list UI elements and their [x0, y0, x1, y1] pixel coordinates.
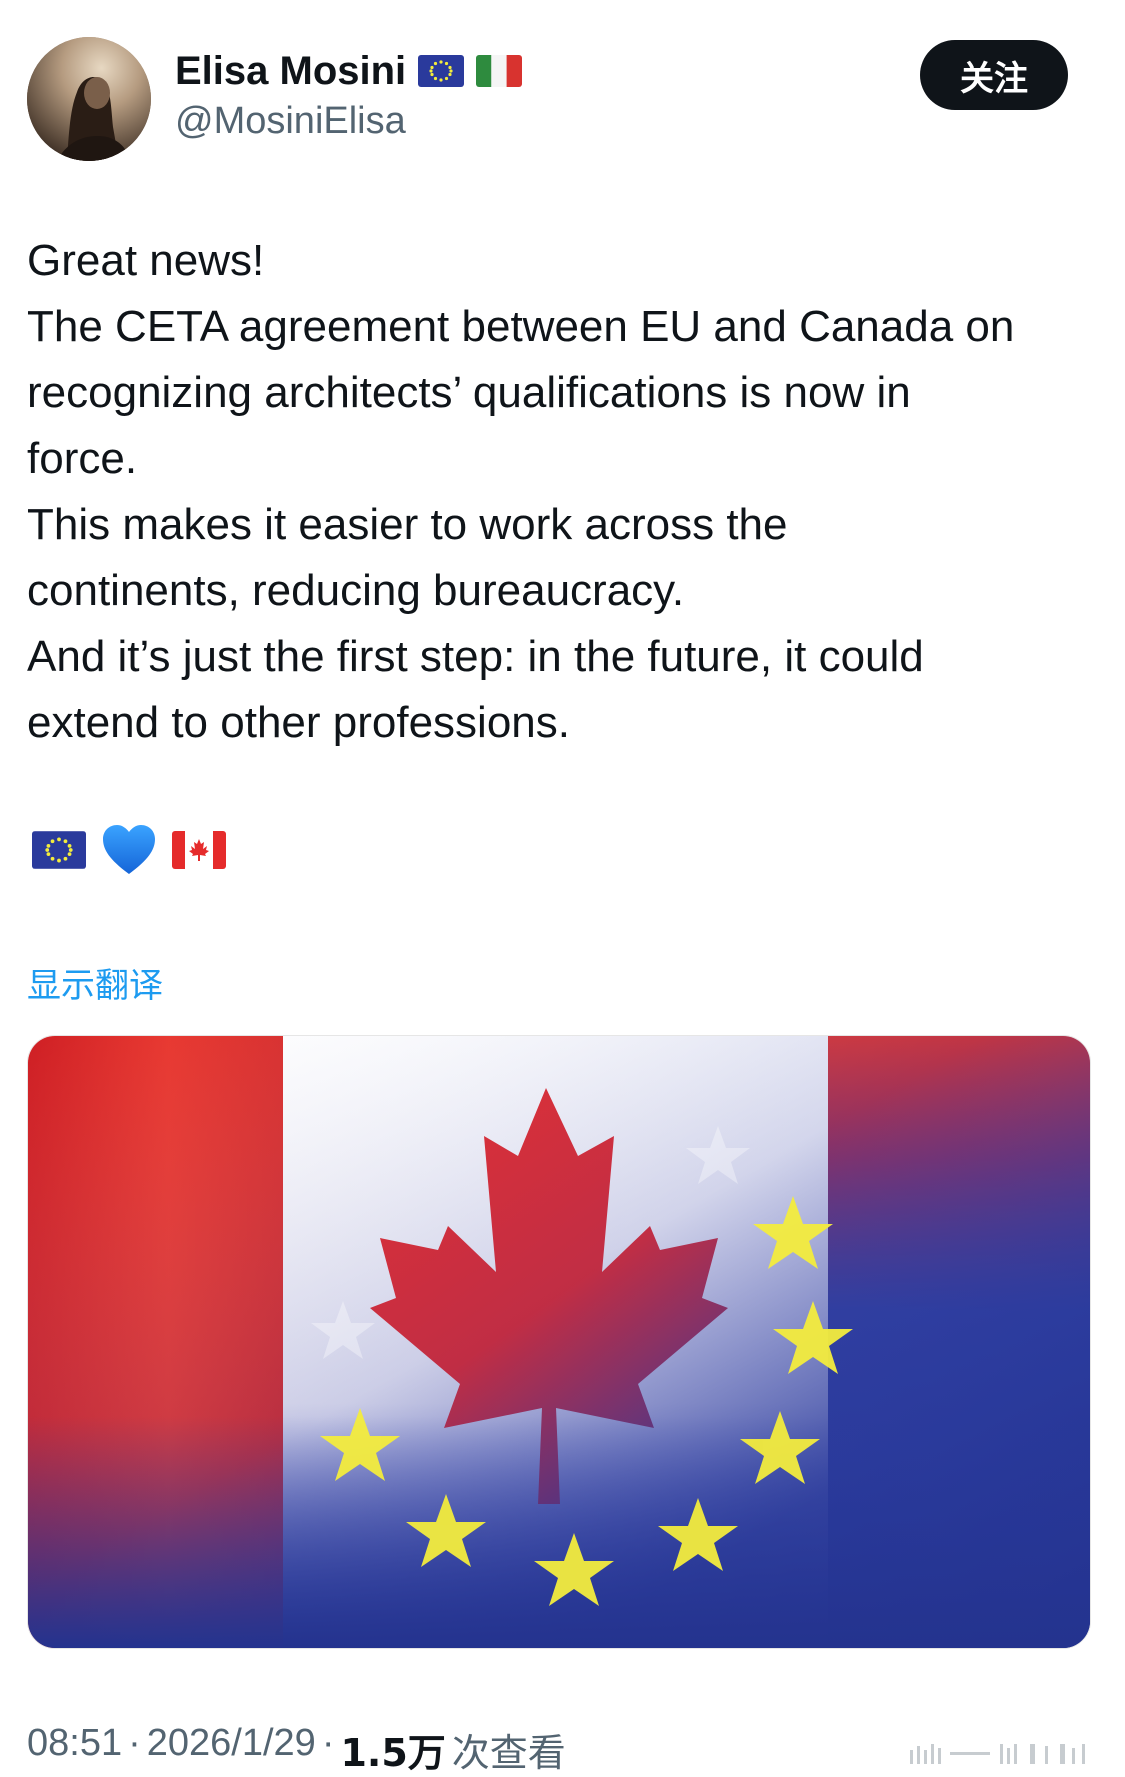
- tweet-text-line: The CETA agreement between EU and Canada…: [27, 302, 1015, 351]
- tweet-text-line: force.: [27, 434, 138, 483]
- follow-button[interactable]: 关注: [920, 40, 1068, 110]
- eu-flag-icon: [32, 831, 86, 869]
- tweet-text-line: And it’s just the first step: in the fut…: [27, 632, 924, 681]
- tweet-date[interactable]: 2026/1/29: [147, 1722, 316, 1777]
- meta-separator: ·: [321, 1722, 335, 1764]
- tweet-text-line: continents, reducing bureaucracy.: [27, 566, 685, 615]
- tweet-text-line: This makes it easier to work across the: [27, 500, 788, 549]
- author-name-row: Elisa Mosini: [175, 46, 523, 96]
- canada-flag-icon: [172, 831, 226, 869]
- show-translation-link[interactable]: 显示翻译: [27, 958, 163, 1007]
- tweet-media-image[interactable]: [27, 1035, 1091, 1649]
- canada-eu-blended-flag-image: [28, 1036, 1090, 1648]
- italy-flag-icon: [476, 55, 523, 87]
- avatar-portrait-image: [27, 37, 151, 161]
- tweet-time[interactable]: 08:51: [27, 1722, 122, 1777]
- views-label: 次查看: [451, 1731, 566, 1775]
- meta-separator: ·: [128, 1722, 141, 1764]
- tweet-emoji-row: [32, 820, 226, 880]
- tweet-text-line: Great news!: [27, 236, 265, 285]
- eu-flag-icon: [418, 55, 465, 87]
- views-count: 1.5万: [340, 1731, 446, 1775]
- tweet-header: Elisa Mosini @MosiniElisa 关注: [0, 0, 1125, 180]
- author-avatar[interactable]: [27, 37, 151, 161]
- blue-heart-icon: [100, 822, 158, 878]
- tweet-text-line: recognizing architects’ qualifications i…: [27, 368, 911, 417]
- author-display-name[interactable]: Elisa Mosini: [175, 49, 406, 94]
- tweet-meta: 08:51 · 2026/1/29 · 1.5万 次查看: [27, 1722, 566, 1777]
- tweet-text-line: extend to other professions.: [27, 698, 570, 747]
- watermark-mark: [910, 1740, 1095, 1770]
- author-handle[interactable]: @MosiniElisa: [175, 100, 406, 143]
- tweet-text: Great news! The CETA agreement between E…: [27, 228, 1087, 756]
